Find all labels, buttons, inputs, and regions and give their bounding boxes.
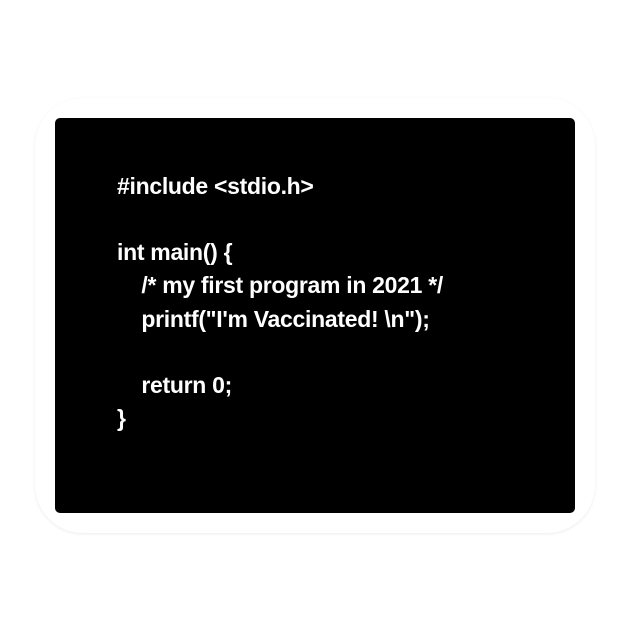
- code-include: #include <stdio.h>: [117, 170, 533, 203]
- blank-line: [117, 336, 533, 369]
- code-main-open: int main() {: [117, 236, 533, 269]
- code-comment: /* my first program in 2021 */: [117, 269, 533, 302]
- code-return: return 0;: [117, 369, 533, 402]
- code-main-close: }: [117, 402, 533, 435]
- sticker-frame: #include <stdio.h> int main() { /* my fi…: [35, 98, 595, 533]
- blank-line: [117, 203, 533, 236]
- code-panel: #include <stdio.h> int main() { /* my fi…: [55, 118, 575, 513]
- code-printf: printf("I'm Vaccinated! \n");: [117, 303, 533, 336]
